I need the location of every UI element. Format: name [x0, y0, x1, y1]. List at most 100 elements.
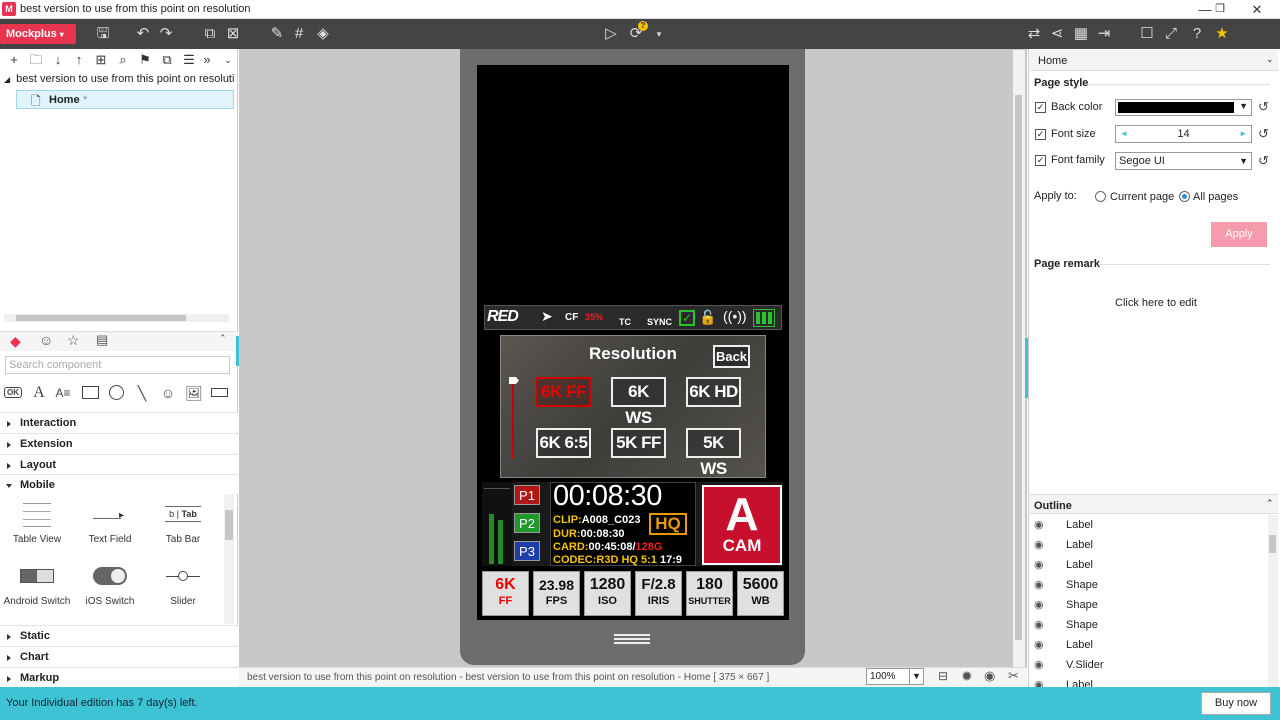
eye-icon[interactable]: ◉ [984, 668, 995, 684]
list-icon[interactable]: ☰ [179, 51, 199, 69]
preset-p3-button[interactable]: P3 [514, 541, 540, 561]
collapse-components-icon[interactable]: ⌃ [219, 333, 227, 344]
ungroup-icon[interactable]: ⊠ [222, 23, 244, 45]
favorite-star-icon[interactable]: ☆ [67, 332, 80, 349]
tree-hscrollbar[interactable] [4, 314, 229, 322]
res-option-6k-ff[interactable]: 6K FF [536, 377, 591, 407]
tree-page-home[interactable]: 🗋 Home * [16, 90, 234, 109]
res-option-6k-hd[interactable]: 6K HD [686, 377, 741, 407]
fill-icon[interactable]: ◈ [312, 23, 334, 45]
visibility-eye-icon[interactable]: ◉ [1034, 675, 1044, 687]
zoom-select[interactable]: 100% ▼ [866, 668, 924, 685]
emoji-icon[interactable]: ☺ [39, 332, 53, 348]
outline-row[interactable]: ◉ Label [1030, 635, 1262, 655]
sitemap-icon[interactable]: ⊞ [91, 51, 111, 69]
component-slider[interactable]: Slider [148, 562, 218, 607]
transfer-icon[interactable]: ⇄ [1023, 23, 1045, 45]
visibility-eye-icon[interactable]: ◉ [1034, 575, 1044, 595]
add-folder-icon[interactable]: 🗀 [26, 51, 46, 69]
components-scrollbar[interactable] [224, 494, 234, 624]
component-ios-switch[interactable]: iOS Switch [75, 562, 145, 607]
setting-iris[interactable]: F/2.8 IRIS [635, 571, 682, 616]
more-shapes-icon[interactable] [209, 384, 229, 402]
component-search-input[interactable]: Search component [5, 356, 230, 374]
increment-icon[interactable]: ► [1239, 126, 1247, 142]
outline-row[interactable]: ◉ Label [1030, 675, 1262, 687]
visibility-eye-icon[interactable]: ◉ [1034, 615, 1044, 635]
format-painter-icon[interactable]: ✎ [266, 23, 288, 45]
collapse-icon[interactable]: ⌄ [218, 51, 238, 69]
back-color-picker[interactable]: ▼ [1115, 99, 1252, 116]
setting-fps[interactable]: 23.98 FPS [533, 571, 580, 616]
layout-icon[interactable]: ⊟ [938, 669, 948, 683]
component-android-switch[interactable]: Android Switch [2, 562, 72, 607]
page-name-header[interactable]: Home ⌄ [1030, 50, 1278, 71]
component-tab-bar[interactable]: b | Tab Tab Bar [148, 500, 218, 545]
outline-row[interactable]: ◉ Shape [1030, 595, 1262, 615]
res-option-5k-ff[interactable]: 5K FF [611, 428, 666, 458]
window-mode-icon[interactable]: ☐ [1136, 23, 1158, 45]
visibility-eye-icon[interactable]: ◉ [1034, 515, 1044, 535]
search-icon[interactable]: ⌕ [113, 51, 133, 69]
outline-row[interactable]: ◉ Label [1030, 555, 1262, 575]
circle-shape-icon[interactable] [106, 384, 126, 402]
preset-p2-button[interactable]: P2 [514, 513, 540, 533]
flag-icon[interactable]: ⚑ [135, 51, 155, 69]
mockplus-menu-button[interactable]: Mockplus ▾ [0, 24, 76, 44]
media-icon[interactable]: ▤ [96, 332, 108, 348]
restore-icon[interactable]: ❐ [1205, 1, 1235, 18]
more-icon[interactable]: » [197, 51, 217, 69]
qr-code-icon[interactable]: ▦ [1070, 23, 1092, 45]
grid-icon[interactable]: # [288, 23, 310, 45]
collapse-properties-icon[interactable]: ⌄ [1266, 54, 1274, 65]
brightness-icon[interactable]: ✹ [961, 668, 973, 685]
outline-row[interactable]: ◉ Label [1030, 535, 1262, 555]
preview-play-icon[interactable]: ▷ [600, 23, 622, 45]
close-icon[interactable]: ✕ [1242, 1, 1272, 18]
component-text-field[interactable]: ▸ Text Field [75, 500, 145, 545]
image-shape-icon[interactable]: 🖼 [184, 384, 204, 402]
font-size-stepper[interactable]: ◄ 14 ► [1115, 125, 1252, 143]
res-option-5k-ws[interactable]: 5K WS [686, 428, 741, 478]
outline-scrollbar[interactable] [1268, 515, 1278, 687]
outline-row[interactable]: ◉ Label [1030, 515, 1262, 535]
move-up-icon[interactable]: ↑ [69, 51, 89, 69]
add-page-icon[interactable]: + [4, 51, 24, 69]
resolution-slider-handle[interactable] [509, 377, 519, 384]
category-extension[interactable]: Extension [0, 433, 238, 453]
back-color-checkbox[interactable]: ✓ [1035, 102, 1046, 113]
outline-row[interactable]: ◉ V.Slider [1030, 655, 1262, 675]
redo-icon[interactable]: ↷ [155, 23, 177, 45]
category-layout[interactable]: Layout [0, 454, 238, 474]
component-cube-icon[interactable]: ◆ [10, 333, 21, 350]
font-size-checkbox[interactable]: ✓ [1035, 129, 1046, 140]
visibility-eye-icon[interactable]: ◉ [1034, 635, 1044, 655]
preset-p1-button[interactable]: P1 [514, 485, 540, 505]
back-button[interactable]: Back [713, 345, 750, 368]
reset-font-size-icon[interactable]: ↺ [1258, 126, 1269, 142]
help-icon[interactable]: ? [1186, 23, 1208, 45]
component-table-view[interactable]: Table View [2, 500, 72, 545]
category-static[interactable]: Static [0, 625, 238, 645]
move-down-icon[interactable]: ↓ [48, 51, 68, 69]
group-icon[interactable]: ⧉ [199, 23, 221, 45]
sync-dropdown-icon[interactable]: ▾ [648, 23, 670, 45]
res-option-6k-6-5[interactable]: 6K 6:5 [536, 428, 591, 458]
category-markup[interactable]: Markup [0, 667, 238, 686]
font-family-select[interactable]: Segoe UI ▼ [1115, 152, 1252, 170]
line-shape-icon[interactable]: ╲ [132, 384, 152, 402]
page-remark-editor[interactable]: Click here to edit [1115, 297, 1197, 309]
export-icon[interactable]: ⇥ [1093, 23, 1115, 45]
outline-row[interactable]: ◉ Shape [1030, 575, 1262, 595]
text-shape-icon[interactable]: A [30, 384, 48, 402]
upgrade-icon[interactable]: ★ [1211, 23, 1233, 45]
button-shape-icon[interactable]: OK [4, 387, 22, 398]
share-icon[interactable]: ⋖ [1046, 23, 1068, 45]
visibility-eye-icon[interactable]: ◉ [1034, 595, 1044, 615]
decrement-icon[interactable]: ◄ [1120, 126, 1128, 142]
apply-button[interactable]: Apply [1211, 222, 1267, 247]
res-option-6k-ws[interactable]: 6K WS [611, 377, 666, 427]
tree-root-item[interactable]: ◢ best version to use from this point on … [4, 73, 234, 85]
canvas-vscrollbar[interactable] [1013, 50, 1025, 667]
visibility-eye-icon[interactable]: ◉ [1034, 535, 1044, 555]
